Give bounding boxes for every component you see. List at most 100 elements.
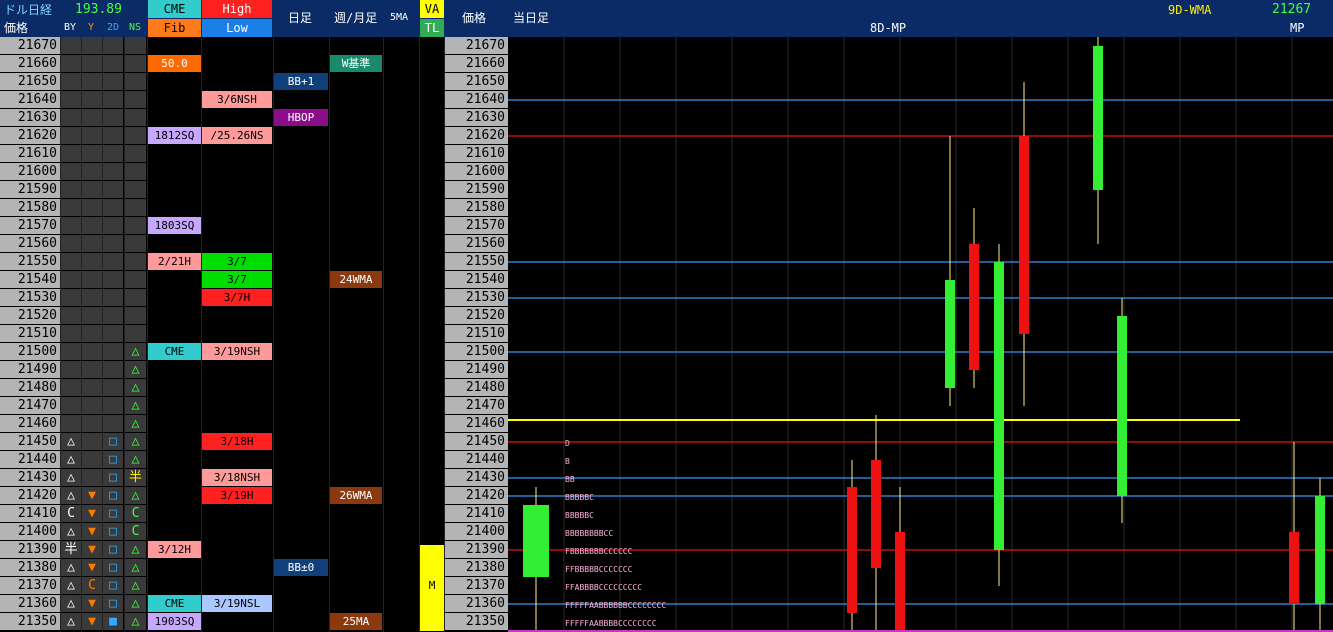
cme-level: 3/12H — [148, 541, 201, 558]
tpo-letters: FFFFFAABBBBBBCCCCCCCC — [565, 601, 666, 610]
weekly-level: 25MA — [330, 613, 382, 630]
marker-column — [125, 235, 146, 252]
marker-column — [61, 415, 81, 432]
price-cell-right: 21550 — [444, 253, 508, 270]
marker-column — [125, 253, 146, 270]
tpo-letters: BBBBBBBBCC — [565, 529, 613, 538]
high-low-level: 3/19NSL — [202, 595, 272, 612]
price-cell: 21620 — [0, 127, 60, 144]
marker-column — [61, 271, 81, 288]
high-low-level: /25.26NS — [202, 127, 272, 144]
price-cell: 21370 — [0, 577, 60, 594]
cme-level: 2/21H — [148, 253, 201, 270]
marker-column — [103, 145, 123, 162]
price-row: 21370 21370 △ C □ △ M — [0, 577, 508, 595]
y-mark: ▼ — [88, 614, 96, 629]
y-header: Y — [88, 22, 95, 33]
marker-column — [82, 37, 102, 54]
price-row: 21410 21410 C ▼ □ C — [0, 505, 508, 523]
y-mark: ▼ — [88, 506, 96, 521]
price-row: 21540 21540 3/7 24WMA — [0, 271, 508, 289]
by-mark: △ — [67, 596, 75, 611]
price-row: 21480 21480 △ — [0, 379, 508, 397]
price-cell-right: 21610 — [444, 145, 508, 162]
ns-mark: C — [131, 524, 140, 539]
high-low-level: 3/19NSH — [202, 343, 272, 360]
price-cell: 21580 — [0, 199, 60, 216]
marker-column — [125, 163, 146, 180]
ns-header: NS — [129, 22, 142, 33]
marker-column — [82, 469, 102, 486]
marker-column — [103, 235, 123, 252]
bearish-candle — [1019, 136, 1029, 334]
price-cell: 21470 — [0, 397, 60, 414]
high-low-level: 3/7 — [202, 271, 272, 288]
price-cell-right: 21420 — [444, 487, 508, 504]
marker-column — [82, 235, 102, 252]
2d-mark: □ — [109, 452, 117, 467]
by-mark: △ — [67, 452, 75, 467]
marker-column — [103, 163, 123, 180]
by-mark: 半 — [64, 542, 78, 557]
marker-column — [61, 127, 81, 144]
2d-mark: □ — [109, 488, 117, 503]
marker-column — [82, 199, 102, 216]
by-header: BY — [64, 22, 77, 33]
tpo-letters: FFFFFAABBBBCCCCCCCC — [565, 619, 657, 628]
price-row: 21530 21530 3/7H — [0, 289, 508, 307]
marker-column — [61, 91, 81, 108]
bullish-candle — [1315, 496, 1325, 604]
marker-column — [82, 109, 102, 126]
bearish-candle — [847, 487, 857, 613]
marker-column — [61, 217, 81, 234]
marker-column — [82, 145, 102, 162]
price-cell-right: 21580 — [444, 199, 508, 216]
by-mark: △ — [67, 560, 75, 575]
tpo-letters: B — [565, 457, 570, 466]
price-cell-right: 21440 — [444, 451, 508, 468]
marker-column — [125, 217, 146, 234]
title: ドル日経 — [4, 3, 53, 17]
2d-mark: □ — [109, 596, 117, 611]
marker-column — [61, 397, 81, 414]
marker-column — [125, 127, 146, 144]
2d-mark: □ — [109, 560, 117, 575]
price-cell: 21440 — [0, 451, 60, 468]
marker-column — [103, 289, 123, 306]
price-cell-right: 21590 — [444, 181, 508, 198]
price-cell-right: 21430 — [444, 469, 508, 486]
marker-column — [103, 181, 123, 198]
price-row: 21620 21620 1812SQ/25.26NS — [0, 127, 508, 145]
column-divider — [383, 37, 384, 632]
price-row: 21460 21460 △ — [0, 415, 508, 433]
daily-level: HBOP — [274, 109, 328, 126]
marker-column — [103, 73, 123, 90]
price-cell: 21600 — [0, 163, 60, 180]
ns-mark: △ — [131, 416, 140, 431]
price-row: 21560 21560 — [0, 235, 508, 253]
price-row: 21650 21650 BB+1 — [0, 73, 508, 91]
marker-column — [82, 271, 102, 288]
price-cell-right: 21360 — [444, 595, 508, 612]
marker-column — [125, 325, 146, 342]
2d-mark: □ — [109, 524, 117, 539]
usdjpy-value: 193.89 — [75, 2, 122, 17]
marker-column — [103, 217, 123, 234]
price-cell-right: 21570 — [444, 217, 508, 234]
marker-column — [82, 217, 102, 234]
marker-column — [82, 55, 102, 72]
price-row: 21670 21670 — [0, 37, 508, 55]
price-cell: 21390 — [0, 541, 60, 558]
marker-column — [103, 127, 123, 144]
price-cell: 21630 — [0, 109, 60, 126]
wma9d-header: 9D-WMA — [1168, 3, 1212, 17]
price-row: 21510 21510 — [0, 325, 508, 343]
cme-level: 1903SQ — [148, 613, 201, 630]
price-cell-right: 21450 — [444, 433, 508, 450]
ns-mark: △ — [131, 398, 140, 413]
marker-column — [103, 91, 123, 108]
price-cell: 21420 — [0, 487, 60, 504]
ns-mark: 半 — [128, 470, 142, 485]
marker-column — [103, 109, 123, 126]
price-cell-right: 21380 — [444, 559, 508, 576]
